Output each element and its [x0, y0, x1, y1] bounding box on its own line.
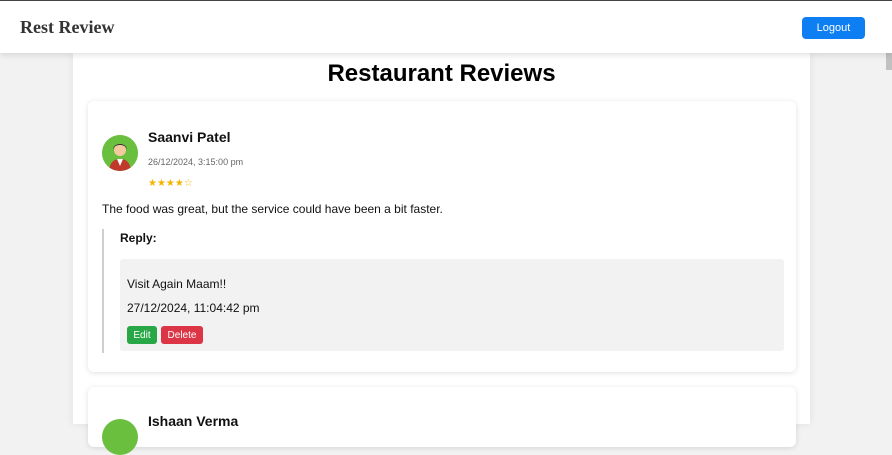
reviewer-name: Saanvi Patel — [148, 129, 231, 145]
edit-button[interactable]: Edit — [127, 326, 157, 344]
reply-box: Visit Again Maam!! 27/12/2024, 11:04:42 … — [120, 259, 784, 351]
user-avatar-icon — [102, 135, 138, 171]
logout-button[interactable]: Logout — [802, 17, 865, 39]
reply-text: Visit Again Maam!! — [127, 277, 227, 291]
user-avatar-icon — [102, 419, 138, 455]
reply-date: 27/12/2024, 11:04:42 pm — [127, 301, 260, 315]
navbar: Rest Review Logout — [0, 0, 892, 53]
review-date: 26/12/2024, 3:15:00 pm — [148, 157, 244, 167]
page-title: Restaurant Reviews — [327, 60, 556, 87]
brand-logo[interactable]: Rest Review — [20, 17, 114, 38]
delete-button[interactable]: Delete — [161, 326, 203, 344]
scrollbar[interactable] — [886, 0, 892, 424]
reply-label: Reply: — [120, 231, 157, 245]
star-rating: ★★★★☆ — [148, 178, 193, 189]
review-card: Saanvi Patel 26/12/2024, 3:15:00 pm ★★★★… — [88, 101, 796, 372]
review-card: Ishaan Verma — [88, 387, 796, 455]
review-text: The food was great, but the service coul… — [102, 202, 443, 216]
reviews-container: Restaurant Reviews Saanvi Patel 26/12/20… — [73, 52, 810, 455]
reply-section: Reply: Visit Again Maam!! 27/12/2024, 11… — [102, 229, 784, 353]
reviewer-name: Ishaan Verma — [148, 413, 239, 429]
